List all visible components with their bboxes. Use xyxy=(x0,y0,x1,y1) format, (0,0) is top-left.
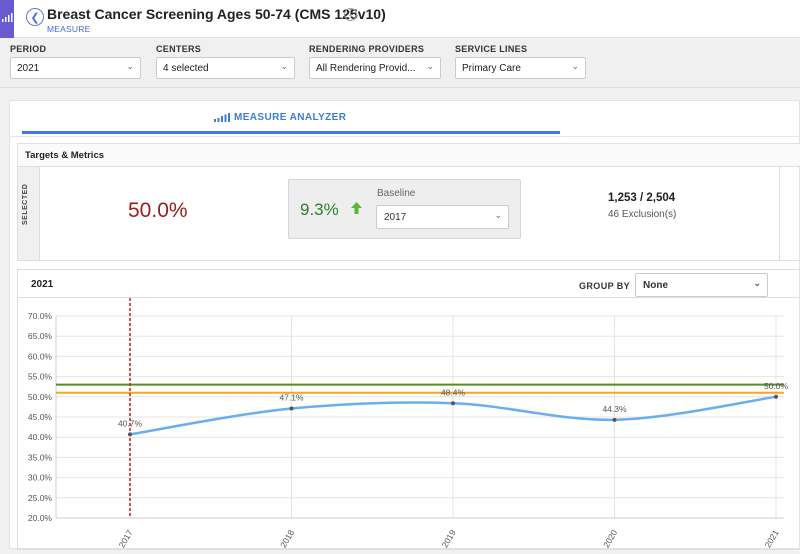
selected-strip: SELECTED xyxy=(18,167,40,260)
chevron-down-icon: ⌄ xyxy=(424,61,434,72)
tab-measure-analyzer[interactable]: MEASURE ANALYZER xyxy=(234,112,346,123)
group-by-value: None xyxy=(643,280,668,291)
page-title: Breast Cancer Screening Ages 50-74 (CMS … xyxy=(47,6,386,22)
centers-select-value: 4 selected xyxy=(163,63,209,74)
y-tick-label: 70.0% xyxy=(28,311,53,321)
trend-chart-panel: 2021 GROUP BY None ⌄ 20.0% 25.0% 30.0% 35.0%… xyxy=(17,269,800,550)
chevron-down-icon: ⌄ xyxy=(126,61,134,71)
group-by-label: GROUP BY xyxy=(579,281,631,291)
chart-panel-year: 2021 xyxy=(31,279,54,290)
chevron-left-icon: ❮ xyxy=(30,11,40,24)
chevron-down-icon: ⌄ xyxy=(753,278,761,288)
y-tick-label: 20.0% xyxy=(28,513,53,523)
baseline-year-select[interactable]: 2017 ⌄ xyxy=(376,205,509,229)
y-tick-label: 50.0% xyxy=(28,392,53,402)
y-tick-label: 65.0% xyxy=(28,331,53,341)
filter-label-centers: CENTERS xyxy=(156,44,202,54)
x-tick-label: 2021 xyxy=(763,528,781,549)
chevron-down-icon: ⌄ xyxy=(571,61,579,71)
chart-bars-icon xyxy=(2,13,13,22)
filter-bar: PERIOD 2021 ⌄ CENTERS 4 selected ⌄ RENDERI… xyxy=(0,38,800,88)
y-tick-label: 40.0% xyxy=(28,432,53,442)
rendering-providers-select[interactable]: All Rendering Provid... ⌄ xyxy=(309,57,441,79)
period-select[interactable]: 2021 ⌄ xyxy=(10,57,141,79)
x-tick-label: 2020 xyxy=(601,528,619,549)
page-subtitle: MEASURE xyxy=(47,24,91,34)
current-rate: 50.0% xyxy=(128,199,188,222)
chevron-down-icon: ⌄ xyxy=(494,210,502,220)
chevron-down-icon: ⌄ xyxy=(280,61,288,71)
data-label: 50.0% xyxy=(764,381,789,391)
x-tick-label: 2017 xyxy=(117,528,135,549)
data-point xyxy=(774,394,778,399)
baseline-label: Baseline xyxy=(377,188,416,199)
trend-line-chart: 20.0% 25.0% 30.0% 35.0% 40.0% 45.0% 50.0% 55.0%… xyxy=(28,298,789,549)
y-tick-label: 60.0% xyxy=(28,351,53,361)
y-tick-label: 45.0% xyxy=(28,412,53,422)
filter-label-period: PERIOD xyxy=(10,44,47,54)
service-lines-select-value: Primary Care xyxy=(462,63,521,74)
filter-label-service-lines: SERVICE LINES xyxy=(455,44,528,54)
main-content: MEASURE ANALYZER Targets & Metrics SELEC… xyxy=(9,100,800,550)
filter-label-rendering-providers: RENDERING PROVIDERS xyxy=(309,44,425,54)
y-tick-label: 25.0% xyxy=(28,493,53,503)
data-label: 44.3% xyxy=(602,404,627,414)
y-tick-label: 55.0% xyxy=(28,372,53,382)
chart-panel-header: 2021 GROUP BY None ⌄ xyxy=(18,270,800,298)
targets-metrics-heading: Targets & Metrics xyxy=(17,143,800,167)
baseline-comparison: 9.3% Baseline 2017 ⌄ xyxy=(288,179,521,239)
centers-select[interactable]: 4 selected ⌄ xyxy=(156,57,295,79)
targets-metrics-body: SELECTED 50.0% 9.3% Baseline 2017 ⌄ 1,253… xyxy=(17,167,800,261)
period-select-value: 2021 xyxy=(17,63,40,74)
tab-bar: MEASURE ANALYZER xyxy=(10,101,800,137)
data-label: 47.1% xyxy=(279,393,304,403)
data-label: 48.4% xyxy=(441,387,466,397)
active-tab-indicator xyxy=(22,131,560,134)
back-button[interactable]: ❮ xyxy=(26,8,44,26)
exclusions-count: 46 Exclusion(s) xyxy=(608,209,677,220)
x-tick-label: 2019 xyxy=(440,528,458,549)
app-menu-tab[interactable] xyxy=(0,0,14,38)
rendering-providers-select-value: All Rendering Provid... xyxy=(316,63,416,74)
chart-bars-icon xyxy=(214,113,230,122)
y-tick-label: 30.0% xyxy=(28,473,53,483)
service-lines-select[interactable]: Primary Care ⌄ xyxy=(455,57,586,79)
panel-divider xyxy=(779,167,780,260)
data-point xyxy=(128,432,132,437)
data-label: 40.7% xyxy=(118,418,143,428)
selected-strip-label: SELECTED xyxy=(22,183,29,225)
info-icon[interactable]: i xyxy=(344,8,357,21)
data-point xyxy=(451,401,455,406)
baseline-change-value: 9.3% xyxy=(300,200,339,219)
group-by-select[interactable]: None ⌄ xyxy=(635,273,768,297)
page-header: ❮ Breast Cancer Screening Ages 50-74 (CM… xyxy=(0,0,800,38)
y-tick-label: 35.0% xyxy=(28,452,53,462)
numerator-denominator: 1,253 / 2,504 xyxy=(608,192,676,204)
baseline-year-value: 2017 xyxy=(384,212,407,223)
data-point xyxy=(612,417,617,422)
arrow-up-icon xyxy=(351,202,362,214)
data-point xyxy=(289,406,294,411)
x-tick-label: 2018 xyxy=(278,528,296,549)
